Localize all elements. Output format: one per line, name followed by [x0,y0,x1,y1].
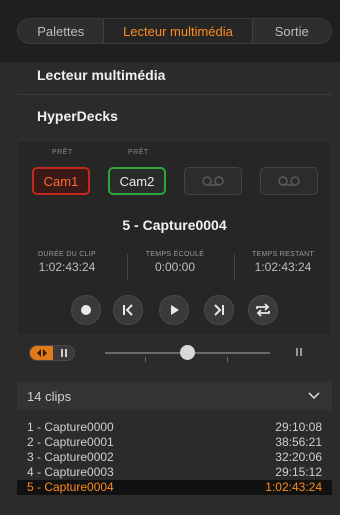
list-item[interactable]: 2 - Capture0001 38:56:21 [17,435,332,450]
clip-duration: 38:56:21 [275,435,322,449]
deck-empty-button-4[interactable] [260,167,318,195]
clips-dropdown[interactable]: 14 clips [17,382,332,410]
loop-button[interactable] [248,295,278,325]
hyperdecks-header[interactable]: HyperDecks [0,100,340,130]
stat-value: 0:00:00 [154,260,196,274]
stat-value: 1:02:43:24 [38,260,96,274]
pause-icon [61,349,67,357]
current-clip-name: 5 - Capture0004 [122,217,227,233]
next-icon [214,304,224,316]
tab-group: Palettes Lecteur multimédia Sortie [17,18,332,44]
clip-name: 5 - Capture0004 [27,480,114,494]
list-item[interactable]: 1 - Capture0000 29:10:08 [17,420,332,435]
tape-icon [202,176,224,186]
previous-button[interactable] [113,295,143,325]
pause-indicator-icon [296,348,302,356]
record-icon [81,305,91,315]
clip-duration: 1:02:43:24 [265,480,322,494]
previous-icon [123,304,133,316]
deck2-status: PRÊT [128,149,149,156]
tab-media-player[interactable]: Lecteur multimédia [103,19,253,43]
stat-elapsed-time: TEMPS ÉCOULÉ 0:00:00 [130,251,220,274]
stat-value: 1:02:43:24 [254,260,312,274]
jog-area [17,334,332,382]
next-button[interactable] [204,295,234,325]
deck-cam1-button[interactable]: Cam1 [32,167,90,195]
stat-label: TEMPS ÉCOULÉ [145,251,205,258]
clip-name: 4 - Capture0003 [27,465,114,479]
deck-empty-button-3[interactable] [184,167,242,195]
clip-duration: 29:15:12 [275,465,322,479]
stat-remaining-time: TEMPS RESTANT 1:02:43:24 [238,251,328,274]
stat-clip-duration: DURÉE DU CLIP 1:02:43:24 [22,251,112,274]
tab-output[interactable]: Sortie [253,19,332,43]
clip-duration: 32:20:06 [275,450,322,464]
tab-palettes[interactable]: Palettes [18,19,103,43]
slider-tick [227,357,228,362]
deck-cam1-label: Cam1 [43,173,79,189]
play-button[interactable] [159,295,189,325]
shuttle-icon [37,349,47,357]
jog-mode-toggle[interactable] [29,345,75,361]
deck-cam2-button[interactable]: Cam2 [108,167,166,195]
deck1-status: PRÊT [52,149,73,156]
clip-duration: 29:10:08 [275,420,322,434]
clips-count: 14 clips [27,388,72,404]
divider [17,94,332,95]
chevron-down-icon [308,392,320,400]
clip-name: 3 - Capture0002 [27,450,114,464]
tape-icon [278,176,300,186]
clip-name: 2 - Capture0001 [27,435,114,449]
media-player-header[interactable]: Lecteur multimédia [0,62,340,90]
stat-label: TEMPS RESTANT [251,251,315,258]
stat-label: DURÉE DU CLIP [38,251,96,258]
slider-tick [145,357,146,362]
clip-list: 1 - Capture0000 29:10:08 2 - Capture0001… [17,420,332,495]
clip-name: 1 - Capture0000 [27,420,114,434]
list-item[interactable]: 3 - Capture0002 32:20:06 [17,450,332,465]
divider [234,254,235,280]
divider [127,254,128,280]
play-icon [171,305,179,315]
tab-bar: Palettes Lecteur multimédia Sortie [0,0,340,62]
deck-cam2-label: Cam2 [119,173,155,189]
list-item-selected[interactable]: 5 - Capture0004 1:02:43:24 [17,480,332,495]
jog-slider-knob[interactable] [180,345,195,360]
list-item[interactable]: 4 - Capture0003 29:15:12 [17,465,332,480]
record-button[interactable] [71,295,101,325]
loop-icon [256,303,270,317]
